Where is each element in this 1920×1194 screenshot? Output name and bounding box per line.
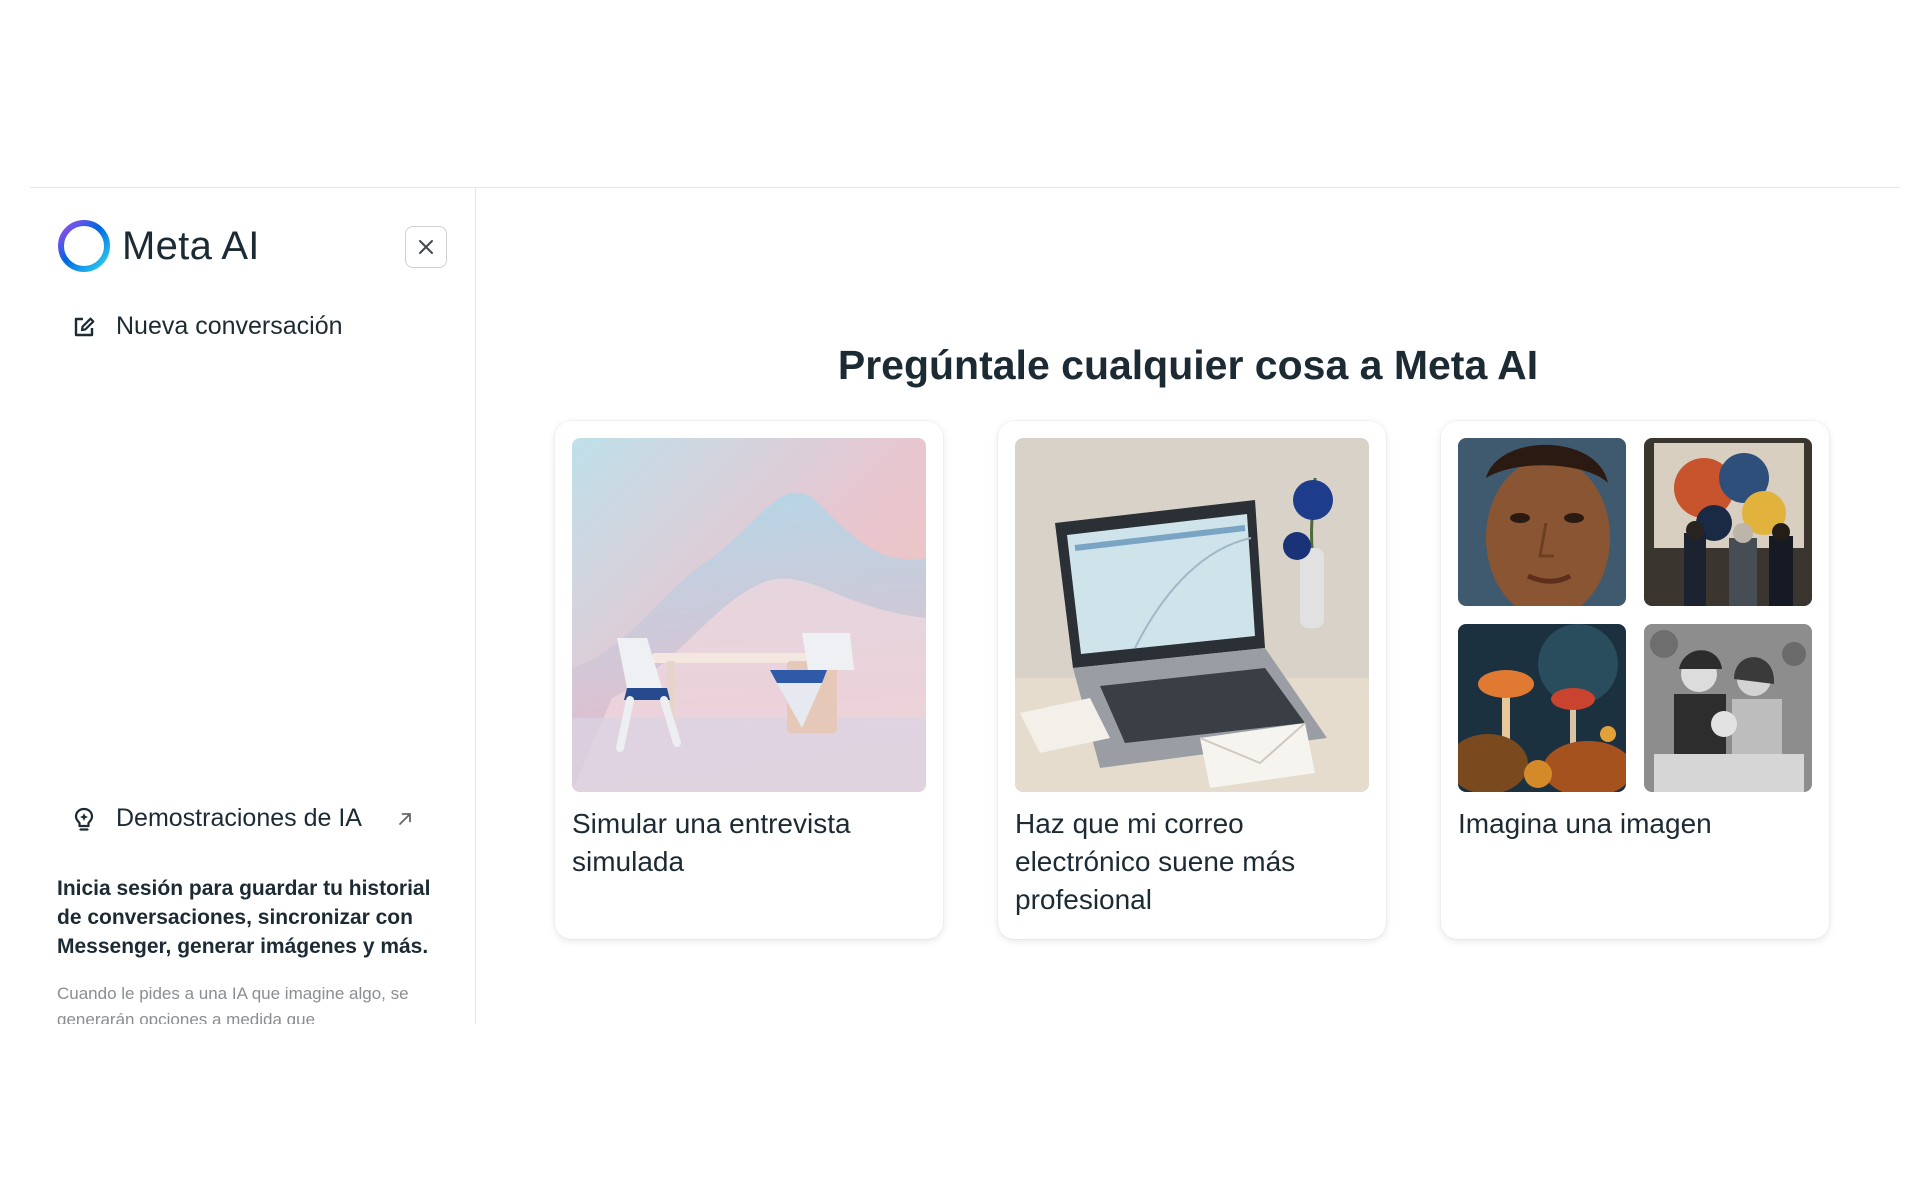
edit-icon [74, 317, 95, 336]
new-conversation-button[interactable]: Nueva conversación [70, 312, 343, 341]
close-icon [419, 240, 433, 254]
card-label: Imagina una imagen [1458, 808, 1712, 839]
suggestion-card-interview[interactable]: Simular una entrevista simulada [555, 421, 943, 939]
lightbulb-icon [74, 807, 94, 831]
family-photo-thumbnail [1644, 624, 1812, 792]
portrait-thumbnail [1458, 438, 1626, 606]
card-label: Simular una entrevista simulada [572, 808, 851, 877]
ai-demos-link[interactable]: Demostraciones de IA [70, 804, 414, 833]
mushroom-forest-thumbnail [1458, 624, 1626, 792]
generated-image-collage [1458, 438, 1812, 792]
brand-name: Meta AI [122, 223, 260, 268]
suggestion-card-email[interactable]: Haz que mi correo electrónico suene más … [998, 421, 1386, 939]
login-prompt: Inicia sesión para guardar tu historial … [57, 877, 431, 958]
meta-ai-ring-icon [58, 220, 110, 272]
gallery-thumbnail [1644, 438, 1812, 606]
sidebar: Meta AI Nueva conversación Demostracione… [30, 188, 476, 1024]
external-link-icon [399, 812, 411, 825]
new-conversation-label: Nueva conversación [116, 312, 343, 340]
ai-demos-label: Demostraciones de IA [116, 804, 362, 832]
interview-desk-illustration [572, 438, 926, 792]
close-sidebar-button[interactable] [405, 226, 447, 268]
laptop-with-envelopes [1015, 438, 1369, 792]
image-disclaimer: Cuando le pides a una IA que imagine alg… [57, 984, 409, 1024]
suggestion-card-imagine[interactable]: Imagina una imagen [1441, 421, 1829, 939]
brand[interactable]: Meta AI [56, 216, 260, 276]
page-title: Pregúntale cualquier cosa a Meta AI [837, 342, 1539, 388]
card-label: Haz que mi correo electrónico suene más … [1015, 808, 1296, 915]
